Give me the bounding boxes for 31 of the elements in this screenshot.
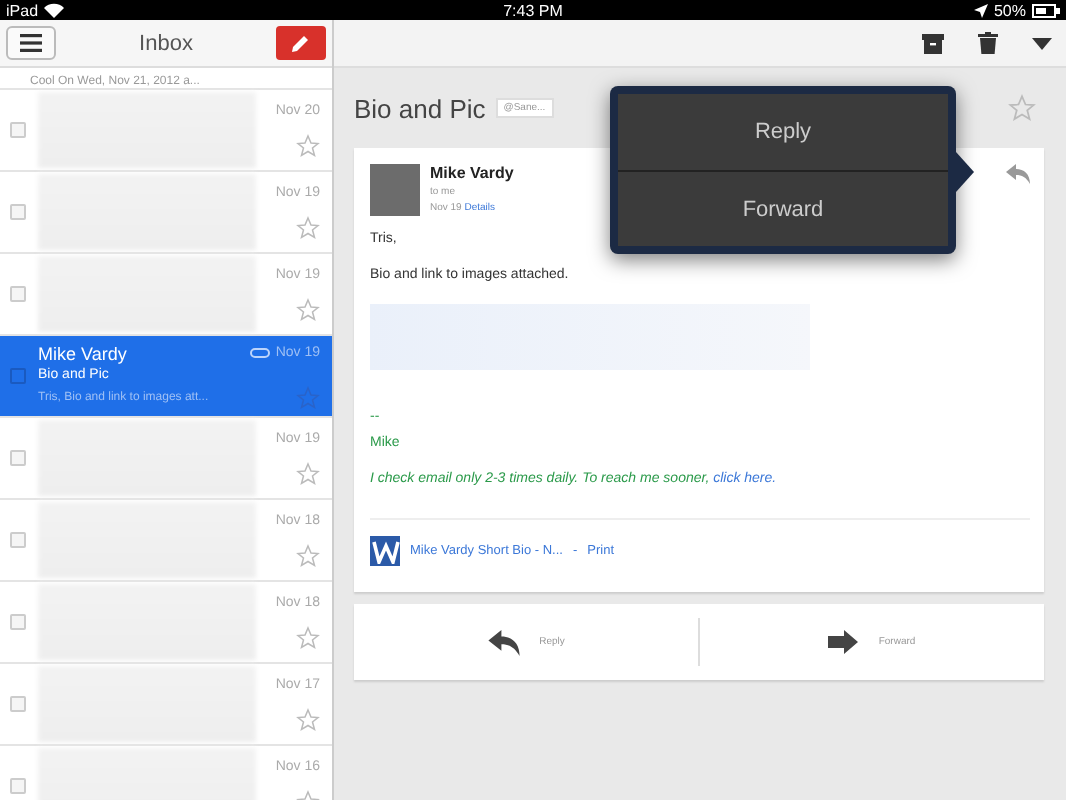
star-icon[interactable]	[296, 297, 320, 321]
star-icon[interactable]	[296, 625, 320, 649]
trash-icon[interactable]	[978, 32, 998, 54]
reply-icon	[487, 629, 520, 655]
document-icon	[370, 536, 400, 566]
forward-arrow-icon	[828, 630, 859, 654]
menu-item[interactable]: Reply	[618, 94, 948, 170]
menu-item[interactable]: Forward	[618, 170, 948, 246]
star-icon[interactable]	[296, 461, 320, 485]
reply-icon[interactable]	[1006, 164, 1030, 184]
clock: 7:43 PM	[503, 1, 563, 19]
compose-button[interactable]	[275, 26, 326, 60]
star-icon[interactable]	[296, 543, 320, 567]
dropdown-icon[interactable]	[1032, 37, 1052, 49]
star-icon[interactable]	[296, 707, 320, 731]
sender-name: Mike Vardy	[430, 164, 514, 182]
inbox-title: Inbox	[139, 31, 193, 55]
star-icon[interactable]	[296, 133, 320, 157]
device-name: iPad	[6, 1, 39, 19]
star-icon[interactable]	[296, 215, 320, 239]
menu-icon	[20, 34, 42, 52]
avatar-placeholder	[370, 164, 420, 216]
star-icon[interactable]	[1008, 94, 1036, 122]
battery-level: 50%	[993, 1, 1026, 19]
pencil-icon	[290, 33, 311, 53]
row-checkbox[interactable]	[10, 368, 26, 384]
sender-name: Mike Vardy	[38, 343, 127, 363]
archive-icon[interactable]	[922, 33, 944, 53]
star-icon[interactable]	[296, 385, 320, 409]
menu-button[interactable]	[6, 26, 56, 60]
message-subject: Bio and Pic	[354, 93, 486, 123]
